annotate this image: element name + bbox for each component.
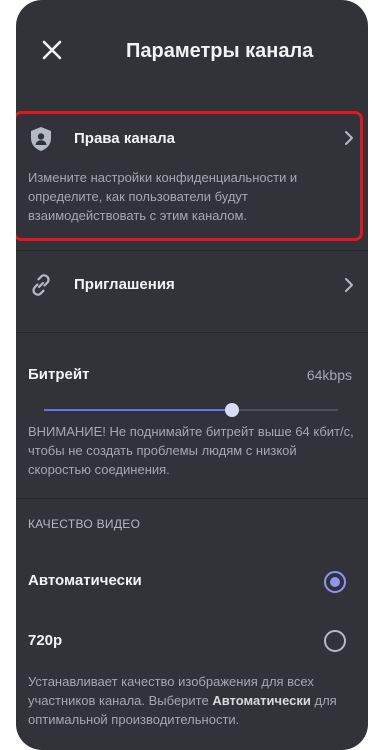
radio-unselected-icon[interactable] xyxy=(324,630,346,652)
bitrate-slider[interactable] xyxy=(44,403,338,417)
phone-screen: Параметры канала Права канала Измените н… xyxy=(16,0,368,750)
video-quality-option-auto[interactable]: Автоматически xyxy=(16,556,368,606)
shield-person-icon xyxy=(28,126,54,152)
invites-row[interactable]: Приглашения xyxy=(16,262,368,310)
chevron-right-icon xyxy=(344,277,354,293)
video-quality-description: Устанавливает качество изображения для в… xyxy=(28,672,358,729)
bitrate-warning: ВНИМАНИЕ! Не поднимайте битрейт выше 64 … xyxy=(28,424,354,477)
page-title: Параметры канала xyxy=(126,40,314,62)
close-icon[interactable] xyxy=(38,36,66,64)
divider xyxy=(16,250,368,251)
radio-selected-icon[interactable] xyxy=(324,571,346,593)
header: Параметры канала xyxy=(16,0,368,100)
description-bold-text: Автоматически xyxy=(212,693,311,708)
bitrate-slider-thumb[interactable] xyxy=(225,403,240,417)
invites-label: Приглашения xyxy=(74,276,175,293)
video-quality-option-720p[interactable]: 720p xyxy=(16,614,368,664)
link-icon xyxy=(28,272,54,298)
bitrate-label: Битрейт xyxy=(28,366,90,383)
channel-permissions-description: Измените настройки конфиденциальности и … xyxy=(28,170,298,223)
bitrate-value: 64kbps xyxy=(306,367,352,383)
divider xyxy=(16,332,368,333)
channel-permissions-row[interactable]: Права канала Измените настройки конфиден… xyxy=(16,118,368,236)
bitrate-slider-fill xyxy=(44,409,233,411)
option-label: 720p xyxy=(28,632,63,649)
channel-permissions-label: Права канала xyxy=(74,130,175,147)
option-label: Автоматически xyxy=(28,572,142,589)
video-quality-section-label: КАЧЕСТВО ВИДЕО xyxy=(28,517,141,531)
divider xyxy=(16,498,368,499)
chevron-right-icon xyxy=(344,130,354,146)
